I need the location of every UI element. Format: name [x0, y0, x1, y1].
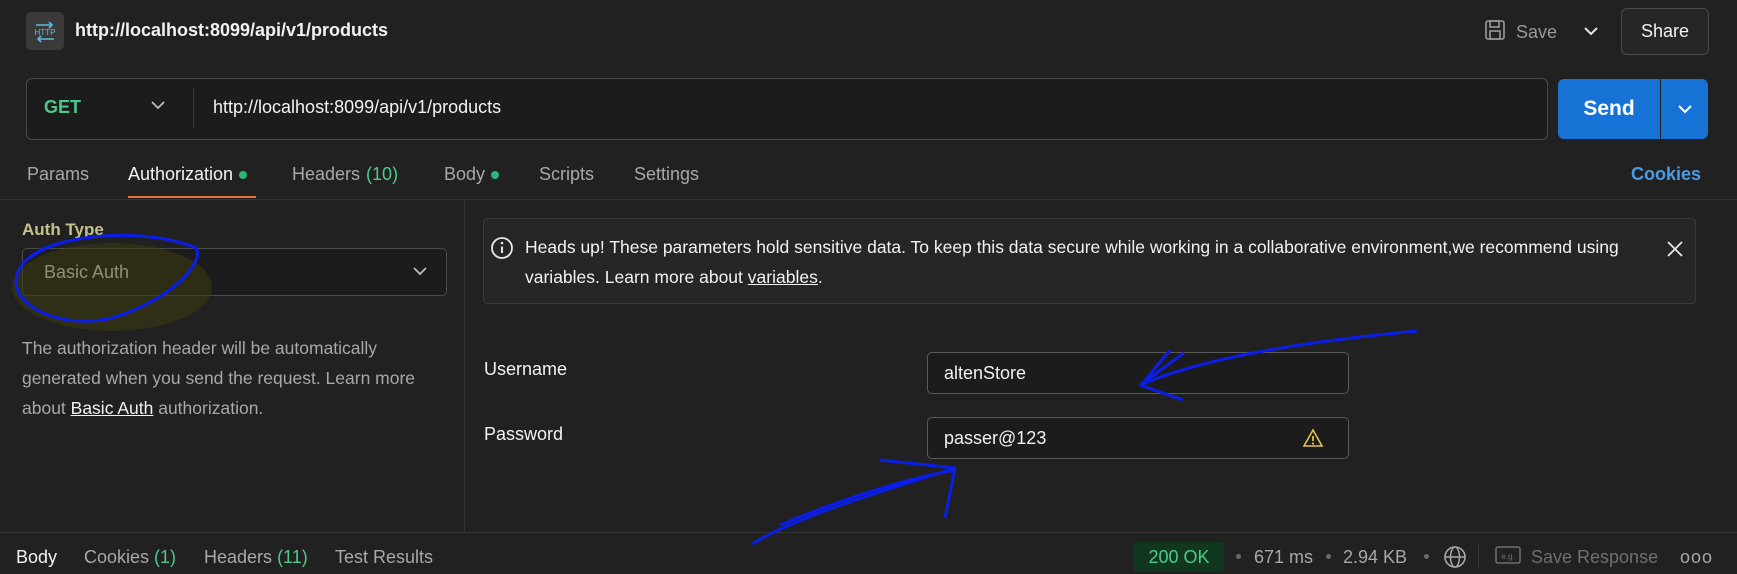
tab-count: (11)	[277, 547, 308, 567]
separator-dot	[1326, 554, 1331, 559]
password-value: passer@123	[944, 428, 1047, 448]
status-badge[interactable]: 200 OK	[1134, 542, 1224, 572]
tab-body[interactable]: Body	[444, 164, 500, 185]
response-divider	[0, 532, 1737, 533]
response-size[interactable]: 2.94 KB	[1343, 547, 1407, 568]
basic-auth-link[interactable]: Basic Auth	[71, 398, 154, 418]
tab-label: Authorization	[128, 164, 234, 184]
tab-label: Cookies	[84, 547, 150, 567]
separator-dot	[1236, 554, 1241, 559]
save-button[interactable]: Save	[1484, 16, 1557, 48]
tab-label: Headers	[204, 547, 273, 567]
tab-label: Settings	[634, 164, 700, 184]
chevron-down-icon[interactable]	[150, 97, 166, 115]
tab-label: Body	[444, 164, 486, 184]
toolbar-divider	[1478, 543, 1479, 569]
tab-scripts[interactable]: Scripts	[539, 164, 594, 185]
password-label: Password	[484, 424, 564, 444]
auth-help-text: The authorization header will be automat…	[22, 333, 422, 423]
active-tab-indicator	[128, 196, 256, 198]
auth-type-label: Auth Type	[22, 220, 104, 239]
response-tab-test-results[interactable]: Test Results	[335, 547, 433, 568]
chevron-down-icon	[1584, 27, 1598, 36]
tab-headers[interactable]: Headers (10)	[292, 164, 398, 185]
username-value: altenStore	[944, 363, 1027, 383]
share-button[interactable]: Share	[1621, 8, 1709, 55]
send-options-button[interactable]	[1661, 79, 1708, 139]
cookies-link[interactable]: Cookies	[1631, 164, 1701, 185]
banner-text-suffix: .	[817, 267, 823, 287]
svg-text:e.g.: e.g.	[1501, 552, 1514, 561]
auth-help-suffix: authorization.	[153, 398, 264, 418]
chevron-down-icon	[412, 263, 428, 281]
username-label: Username	[484, 359, 568, 379]
save-label: Save	[1516, 21, 1558, 42]
auth-type-value: Basic Auth	[44, 262, 130, 282]
save-response-button[interactable]: e.g. Save Response	[1495, 545, 1658, 570]
banner-text-prefix: Heads up! These parameters hold sensitiv…	[525, 237, 1619, 287]
tab-params[interactable]: Params	[27, 164, 89, 185]
tab-count: (10)	[366, 164, 399, 184]
info-icon	[490, 236, 514, 265]
http-request-icon: HTTP	[26, 12, 64, 50]
tab-label: Params	[27, 164, 90, 184]
url-divider	[193, 88, 194, 128]
separator-dot	[1424, 554, 1429, 559]
tab-settings[interactable]: Settings	[634, 164, 699, 185]
request-title[interactable]: http://localhost:8099/api/v1/products	[75, 20, 388, 41]
tab-authorization[interactable]: Authorization	[128, 164, 248, 185]
chevron-down-icon	[1677, 105, 1692, 114]
variables-link[interactable]: variables	[748, 267, 818, 287]
more-options-button[interactable]: ooo	[1680, 547, 1713, 568]
tab-label: Headers	[292, 164, 361, 184]
response-tab-cookies[interactable]: Cookies (1)	[84, 547, 176, 568]
send-button[interactable]: Send	[1558, 79, 1660, 139]
url-input[interactable]: http://localhost:8099/api/v1/products	[213, 97, 501, 118]
response-tab-headers[interactable]: Headers (11)	[204, 547, 308, 568]
save-response-label: Save Response	[1531, 547, 1659, 567]
banner-message: Heads up! These parameters hold sensitiv…	[525, 232, 1635, 292]
method-select[interactable]: GET	[44, 97, 81, 118]
tab-label: Scripts	[539, 164, 595, 184]
warning-icon	[1302, 428, 1324, 453]
svg-text:HTTP: HTTP	[35, 28, 56, 37]
save-icon	[1484, 19, 1506, 46]
response-time[interactable]: 671 ms	[1254, 547, 1313, 568]
modified-dot	[491, 170, 500, 179]
save-options-button[interactable]	[1578, 18, 1604, 44]
close-icon[interactable]	[1666, 240, 1684, 263]
response-tab-body[interactable]: Body	[16, 547, 57, 568]
save-response-icon: e.g.	[1495, 545, 1521, 570]
tab-count: (1)	[154, 547, 177, 567]
modified-dot	[239, 170, 248, 179]
